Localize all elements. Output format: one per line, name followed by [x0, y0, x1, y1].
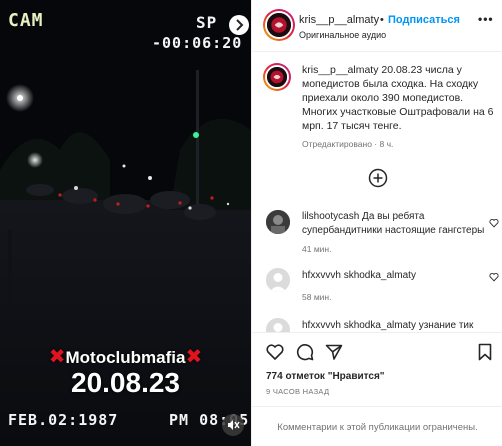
chevron-right-icon	[229, 15, 249, 35]
comment-avatar[interactable]	[266, 210, 290, 234]
likes-count[interactable]: 774 отметок "Нравится"	[266, 371, 385, 382]
cross-mark-left: ✖	[48, 346, 66, 368]
osd-date: FEB.02:1987	[8, 411, 119, 429]
osd-timer: -00:06:20	[152, 34, 243, 52]
avatar[interactable]	[265, 11, 293, 39]
plus-circle-icon	[368, 168, 388, 188]
cross-mark-right: ✖	[185, 346, 203, 368]
post-username[interactable]: kris__p__almaty	[299, 14, 379, 26]
video-caption-date: 20.08.23	[71, 367, 180, 398]
post-actions: 774 отметок "Нравится" 9 ЧАСОВ НАЗАД Ком…	[252, 332, 502, 446]
video-caption-club: ✖Motoclubmafia✖	[0, 344, 251, 369]
osd-sp-label: SP	[196, 13, 218, 32]
comment-text: hfxxvvvh skhodka_almaty	[302, 269, 487, 283]
comment-body: skhodka_almaty узнание тик	[343, 320, 474, 331]
heart-icon	[266, 344, 284, 360]
comment-button[interactable]	[295, 342, 315, 362]
post-header: kris__p__almaty • Подписаться Оригинальн…	[252, 0, 502, 52]
more-options-button[interactable]: •••	[478, 12, 494, 26]
heart-icon[interactable]	[489, 218, 499, 228]
osd-cam-label: CAM	[8, 10, 44, 31]
comment-text: lilshootycash Да вы ребята супербандитни…	[302, 210, 487, 237]
comment-username[interactable]: lilshootycash	[302, 211, 359, 222]
default-avatar-icon	[266, 268, 290, 292]
like-button[interactable]	[265, 342, 285, 362]
audio-label[interactable]: Оригинальное аудио	[299, 30, 386, 40]
save-button[interactable]	[475, 342, 495, 362]
post-timestamp[interactable]: 9 ЧАСОВ НАЗАД	[266, 387, 329, 396]
bookmark-icon	[478, 343, 492, 361]
paper-plane-icon	[325, 344, 343, 360]
comment-time: 58 мин.	[302, 292, 332, 302]
caption-meta: Отредактировано · 8 ч.	[302, 139, 394, 149]
avatar-image	[267, 67, 287, 87]
video-player[interactable]: CAM SP -00:06:20 ✖Motoclubmafia✖ 20.08.2…	[0, 0, 251, 446]
load-more-comments-button[interactable]	[368, 168, 388, 188]
caption-text: kris__p__almaty 20.08.23 числа у мопедис…	[302, 63, 497, 133]
comment-username[interactable]: hfxxvvvh	[302, 270, 341, 281]
post-panel: kris__p__almaty • Подписаться Оригинальн…	[251, 0, 502, 446]
next-post-button[interactable]	[228, 14, 250, 36]
heart-icon[interactable]	[489, 272, 499, 282]
caption-username[interactable]: kris__p__almaty	[302, 64, 378, 76]
comment-bubble-icon	[296, 344, 314, 361]
speaker-muted-icon	[228, 420, 240, 430]
follow-button[interactable]: Подписаться	[388, 14, 460, 26]
caption-avatar[interactable]	[265, 65, 289, 89]
separator-dot: •	[380, 14, 384, 26]
comment-avatar[interactable]	[266, 268, 290, 292]
avatar-image	[266, 210, 290, 234]
comment-text: hfxxvvvh skhodka_almaty узнание тик	[302, 319, 487, 333]
comment-time: 41 мин.	[302, 244, 332, 254]
share-button[interactable]	[324, 342, 344, 362]
comments-limited-notice: Комментарии к этой публикации ограничены…	[252, 406, 502, 446]
mute-button[interactable]	[222, 414, 244, 436]
club-name: Motoclubmafia	[65, 348, 186, 367]
comment-username[interactable]: hfxxvvvh	[302, 320, 341, 331]
avatar-image	[267, 13, 291, 37]
comment-body: skhodka_almaty	[343, 270, 416, 281]
